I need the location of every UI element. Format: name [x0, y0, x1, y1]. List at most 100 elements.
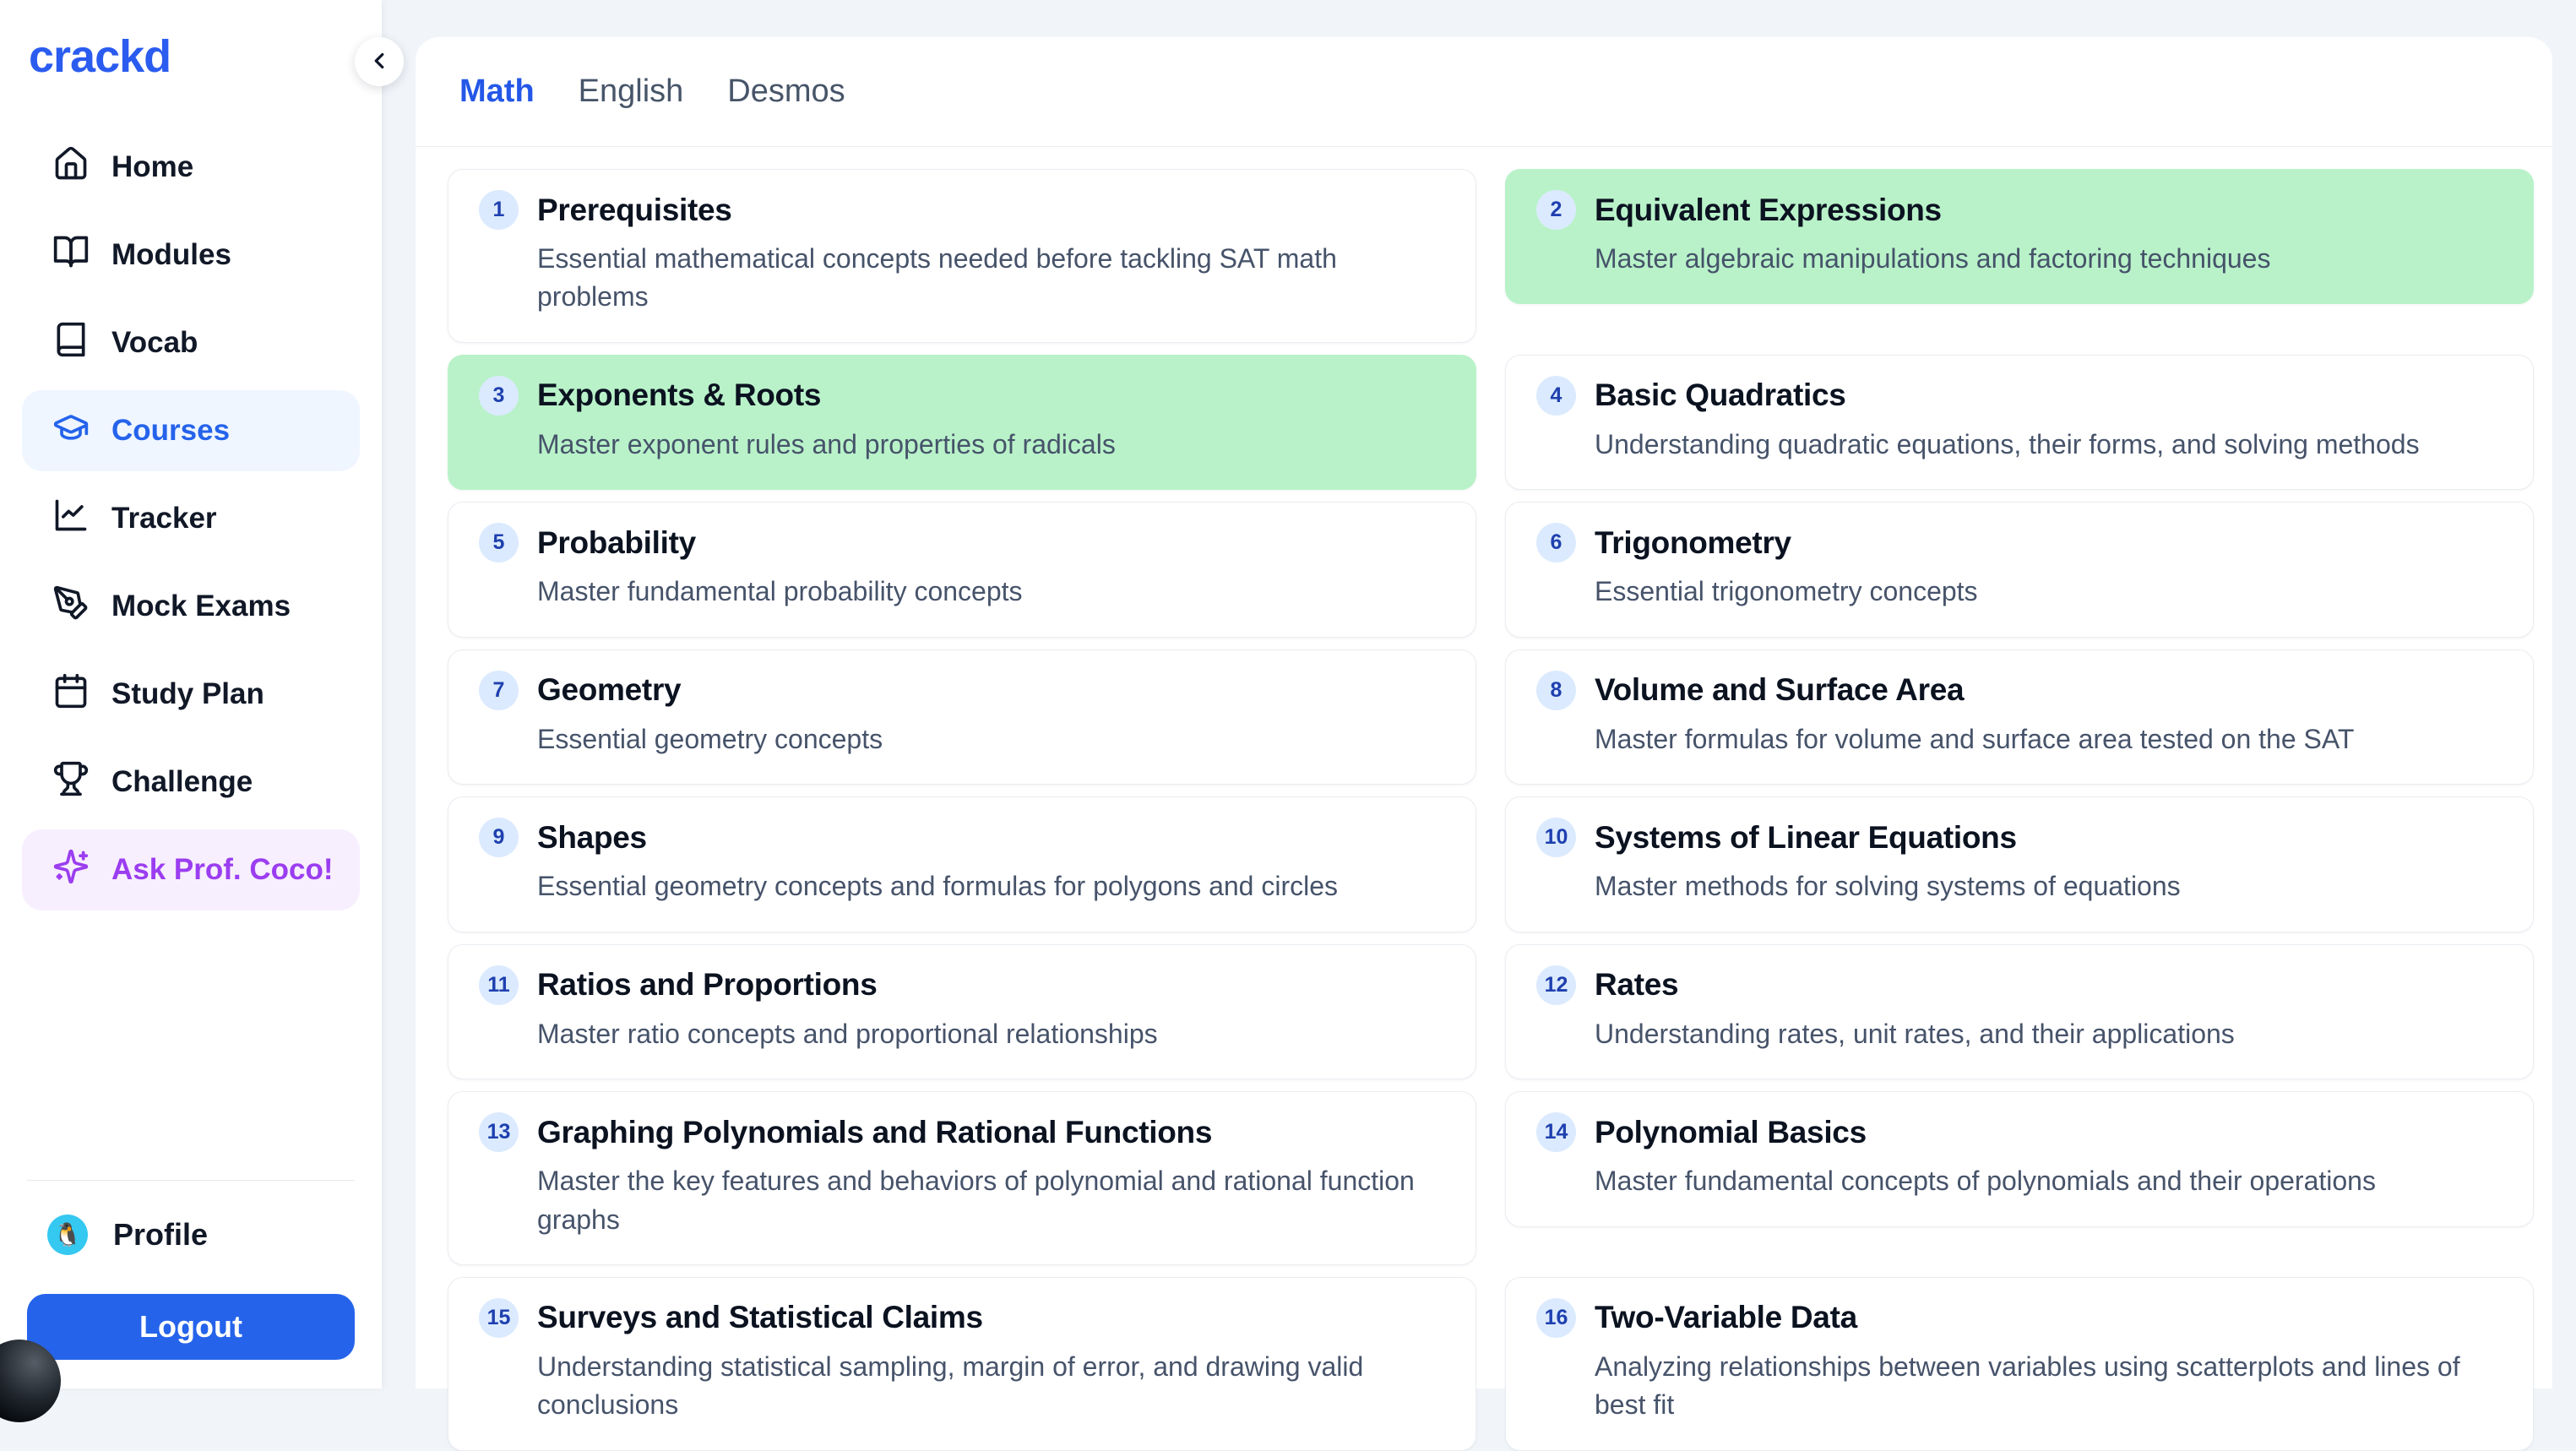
course-title: Equivalent Expressions — [1595, 193, 1942, 228]
course-card-2[interactable]: 2 Equivalent Expressions Master algebraic … — [1505, 169, 2534, 304]
course-number-badge: 15 — [479, 1298, 519, 1338]
course-title: Rates — [1595, 967, 1678, 1003]
course-title: Polynomial Basics — [1595, 1115, 1867, 1150]
course-title: Prerequisites — [537, 193, 732, 228]
sidebar-item-ask-prof-coco[interactable]: Ask Prof. Coco! — [22, 829, 360, 910]
course-card-header: 7 Geometry — [479, 671, 1445, 710]
course-number-badge: 16 — [1536, 1298, 1576, 1338]
course-card-header: 2 Equivalent Expressions — [1536, 190, 2503, 230]
course-card-8[interactable]: 8Volume and Surface Area Master formulas … — [1505, 649, 2534, 785]
sidebar-footer: 🐧 Profile Logout — [0, 1180, 382, 1360]
course-card-header: 3Exponents & Roots — [479, 376, 1445, 416]
course-card-10[interactable]: 10Systems of Linear Equations Master meth… — [1505, 796, 2534, 932]
course-description: Understanding statistical sampling, marg… — [537, 1348, 1445, 1425]
chart-line-icon — [52, 497, 90, 541]
course-card-header: 10Systems of Linear Equations — [1536, 818, 2503, 857]
graduation-cap-icon — [52, 409, 90, 454]
sidebar-item-label: Tracker — [111, 502, 217, 535]
course-description: Master methods for solving systems of eq… — [1595, 867, 2503, 905]
course-number-badge: 14 — [1536, 1112, 1576, 1152]
course-description: Essential geometry concepts and formulas… — [537, 867, 1445, 905]
sidebar-item-tracker[interactable]: Tracker — [22, 478, 360, 559]
course-number-badge: 8 — [1536, 671, 1576, 710]
sidebar-item-label: Vocab — [111, 326, 198, 360]
sidebar-item-challenge[interactable]: Challenge — [22, 742, 360, 823]
sidebar-divider — [27, 1180, 355, 1181]
course-card-header: 9 Shapes — [479, 818, 1445, 857]
logout-button[interactable]: Logout — [27, 1294, 355, 1360]
course-description: Essential trigonometry concepts — [1595, 573, 2503, 611]
course-description: Master ratio concepts and proportional r… — [537, 1015, 1445, 1053]
course-number-badge: 11 — [479, 965, 519, 1005]
course-description: Understanding rates, unit rates, and the… — [1595, 1015, 2503, 1053]
course-title: Graphing Polynomials and Rational Functi… — [537, 1115, 1212, 1150]
course-card-header: 11 Ratios and Proportions — [479, 965, 1445, 1005]
course-description: Understanding quadratic equations, their… — [1595, 426, 2503, 464]
profile-label: Profile — [113, 1217, 208, 1253]
course-title: Ratios and Proportions — [537, 967, 877, 1003]
tab-desmos[interactable]: Desmos — [727, 73, 845, 110]
course-card-header: 5 Probability — [479, 523, 1445, 562]
course-card-15[interactable]: 15 Surveys and Statistical Claims Understa… — [448, 1277, 1476, 1451]
course-card-header: 6 Trigonometry — [1536, 523, 2503, 562]
course-number-badge: 3 — [479, 376, 519, 416]
course-description: Master formulas for volume and surface a… — [1595, 720, 2503, 758]
course-card-3[interactable]: 3Exponents & RootsMaster exponent rules … — [448, 355, 1476, 490]
course-card-16[interactable]: 16 Two-Variable Data Analyzing relationshi… — [1505, 1277, 2534, 1451]
tab-math[interactable]: Math — [459, 73, 535, 110]
course-title: Two-Variable Data — [1595, 1300, 1857, 1335]
course-number-badge: 4 — [1536, 376, 1576, 416]
sidebar-item-study-plan[interactable]: Study Plan — [22, 654, 360, 735]
course-card-7[interactable]: 7 Geometry Essential geometry concepts — [448, 649, 1476, 785]
course-description: Master fundamental concepts of polynomia… — [1595, 1162, 2503, 1200]
sidebar-item-label: Challenge — [111, 765, 253, 799]
sidebar-item-label: Study Plan — [111, 677, 264, 711]
course-card-6[interactable]: 6 Trigonometry Essential trigonometry conc… — [1505, 502, 2534, 637]
course-card-header: 1 Prerequisites — [479, 190, 1445, 230]
sidebar-item-modules[interactable]: Modules — [22, 215, 360, 296]
course-card-11[interactable]: 11 Ratios and Proportions Master ratio con… — [448, 944, 1476, 1079]
course-card-header: 13Graphing Polynomials and Rational Func… — [479, 1112, 1445, 1152]
course-number-badge: 2 — [1536, 190, 1576, 230]
course-description: Essential geometry concepts — [537, 720, 1445, 758]
course-grid: 1PrerequisitesEssential mathematical con… — [416, 147, 2552, 1451]
course-number-badge: 5 — [479, 523, 519, 562]
course-number-badge: 7 — [479, 671, 519, 710]
course-title: Probability — [537, 525, 696, 561]
sidebar-collapse-button[interactable] — [355, 37, 404, 86]
course-title: Surveys and Statistical Claims — [537, 1300, 983, 1335]
course-card-12[interactable]: 12RatesUnderstanding rates, unit rates, … — [1505, 944, 2534, 1079]
course-card-4[interactable]: 4 Basic Quadratics Understanding quadratic… — [1505, 355, 2534, 490]
course-number-badge: 6 — [1536, 523, 1576, 562]
course-number-badge: 1 — [479, 190, 519, 230]
course-description: Master algebraic manipulations and facto… — [1595, 240, 2503, 278]
tab-english[interactable]: English — [579, 73, 684, 110]
course-card-13[interactable]: 13Graphing Polynomials and Rational Func… — [448, 1091, 1476, 1265]
course-card-header: 8Volume and Surface Area — [1536, 671, 2503, 710]
sidebar-item-courses[interactable]: Courses — [22, 390, 360, 471]
course-title: Shapes — [537, 820, 647, 856]
calendar-icon — [52, 672, 90, 717]
trophy-icon — [52, 760, 90, 805]
sidebar-item-mock-exams[interactable]: Mock Exams — [22, 566, 360, 647]
chevron-left-icon — [367, 48, 392, 76]
sidebar-item-vocab[interactable]: Vocab — [22, 302, 360, 383]
sparkles-icon — [52, 848, 90, 893]
app-logo: crackd — [29, 30, 382, 83]
course-card-1[interactable]: 1PrerequisitesEssential mathematical con… — [448, 169, 1476, 343]
course-card-14[interactable]: 14 Polynomial Basics Master fundamental co… — [1505, 1091, 2534, 1226]
sidebar-item-label: Ask Prof. Coco! — [111, 853, 334, 887]
course-description: Analyzing relationships between variable… — [1595, 1348, 2503, 1425]
course-title: Basic Quadratics — [1595, 378, 1846, 413]
open-book-icon — [52, 233, 90, 278]
profile-item[interactable]: 🐧 Profile — [47, 1215, 355, 1255]
course-title: Trigonometry — [1595, 525, 1791, 561]
course-title: Geometry — [537, 672, 681, 708]
course-number-badge: 9 — [479, 818, 519, 857]
sidebar-item-home[interactable]: Home — [22, 127, 360, 208]
course-card-9[interactable]: 9 Shapes Essential geometry concepts and f… — [448, 796, 1476, 932]
sidebar-item-label: Mock Exams — [111, 590, 291, 623]
course-card-header: 4 Basic Quadratics — [1536, 376, 2503, 416]
course-card-5[interactable]: 5ProbabilityMaster fundamental probabili… — [448, 502, 1476, 637]
course-title: Systems of Linear Equations — [1595, 820, 2017, 856]
